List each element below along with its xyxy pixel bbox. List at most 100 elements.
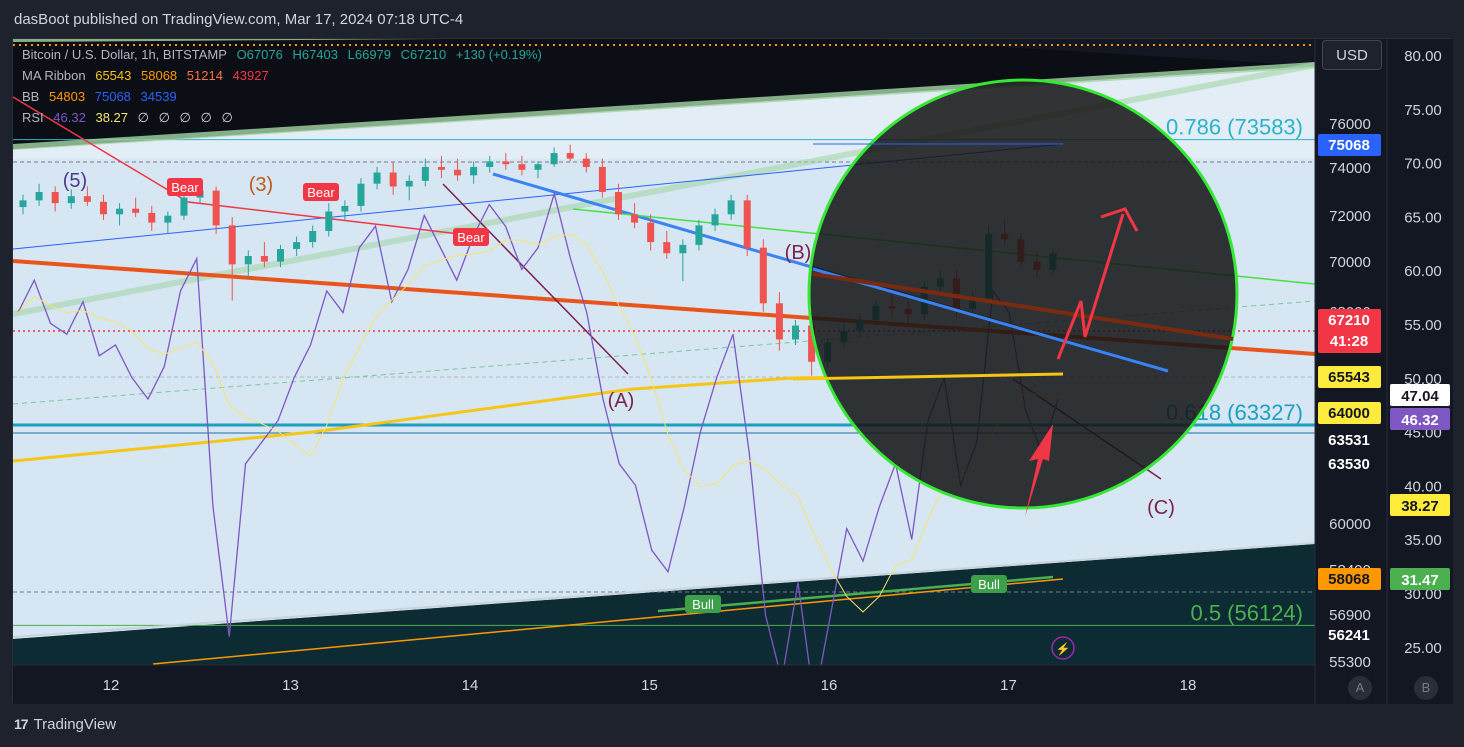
- lightning-glyph-icon: ⚡: [1056, 642, 1071, 656]
- signal-badge-label: Bull: [692, 597, 714, 612]
- signal-badge: Bull: [971, 575, 1007, 593]
- candle-body: [695, 225, 703, 245]
- footer-brand-label: TradingView: [33, 716, 117, 733]
- rsi-label: 46.32: [1390, 408, 1450, 430]
- legend-bb-row[interactable]: BB 54803 75068 34539: [22, 86, 548, 107]
- legend-symbol-row[interactable]: Bitcoin / U.S. Dollar, 1h, BITSTAMP O670…: [22, 44, 548, 65]
- candle-body: [663, 242, 671, 254]
- legend-symbol-label: Bitcoin / U.S. Dollar, 1h, BITSTAMP: [22, 47, 227, 62]
- signal-badge: Bull: [685, 595, 721, 613]
- candle-body: [502, 161, 510, 165]
- price-label-text: 64000: [1328, 405, 1370, 422]
- candle-body: [405, 180, 413, 187]
- legend-bb-label: BB: [22, 89, 40, 104]
- candle-body: [132, 208, 140, 213]
- currency-button[interactable]: USD: [1322, 40, 1382, 70]
- price-label-text: 75068: [1328, 137, 1370, 154]
- wave-label: (A): [608, 390, 635, 412]
- price-label: 67210 41:28: [1318, 309, 1381, 353]
- price-tick-label: 55300: [1329, 654, 1371, 671]
- price-tick-label: 70000: [1329, 254, 1371, 271]
- candle-body: [421, 166, 429, 181]
- legend-change: +130 (+0.19%): [455, 47, 542, 62]
- signal-badge-label: Bull: [978, 577, 1000, 592]
- candle-body: [647, 222, 655, 243]
- legend-rsi-value: 46.32: [53, 110, 86, 125]
- candle-body: [582, 158, 590, 167]
- candle-body: [51, 192, 59, 204]
- legend-rsi-row[interactable]: RSI 46.32 38.27 ∅ ∅ ∅ ∅ ∅: [22, 107, 548, 128]
- auto-scale-button[interactable]: A: [1348, 676, 1372, 700]
- candle-body: [277, 249, 284, 262]
- candle-body: [244, 256, 252, 265]
- rsi-label-text: 38.27: [1401, 498, 1439, 515]
- footer-brand[interactable]: 17 TradingView: [14, 716, 116, 733]
- legend-ma-ribbon-row[interactable]: MA Ribbon 65543 58068 51214 43927: [22, 65, 548, 86]
- legend-rsi-value: ∅: [158, 110, 170, 125]
- signal-badge: Bear: [303, 183, 339, 201]
- candle-body: [775, 303, 783, 340]
- rsi-tick-label: 40.00: [1404, 478, 1442, 495]
- price-tick-label: 76000: [1329, 116, 1371, 133]
- candle-body: [83, 196, 91, 202]
- legend-rsi-value: ∅: [137, 110, 149, 125]
- legend-bb-value: 54803: [48, 89, 86, 104]
- legend-ma-value: 58068: [141, 68, 178, 83]
- chart-frame[interactable]: 0.786 (73583) 0.618 (63327) 0.5 (56124) (5)…: [12, 38, 1453, 704]
- price-label-text: 65543: [1328, 369, 1370, 386]
- candle-body: [759, 247, 767, 304]
- candle-body: [341, 205, 349, 212]
- rsi-tick-label: 65.00: [1404, 209, 1442, 226]
- signal-badge: Bear: [167, 178, 203, 196]
- rsi-scale-button[interactable]: B: [1414, 676, 1438, 700]
- price-tick-label: 56900: [1329, 607, 1371, 624]
- candle-body: [631, 214, 639, 223]
- signal-badge-label: Bear: [171, 180, 199, 195]
- legend-ma-value: 65543: [95, 68, 132, 83]
- price-label-text: 67210: [1328, 312, 1370, 329]
- time-tick-label: 14: [462, 677, 479, 694]
- time-tick-label: 16: [821, 677, 838, 694]
- price-tick-label: 74000: [1329, 160, 1371, 177]
- price-tick-label: 60000: [1329, 516, 1371, 533]
- price-label-text: 63530: [1328, 456, 1370, 473]
- legend-ma-value: 51214: [186, 68, 223, 83]
- rsi-tick-label: 80.00: [1404, 48, 1442, 65]
- time-tick-label: 15: [641, 677, 658, 694]
- candle-body: [598, 166, 606, 193]
- candle-body: [373, 172, 381, 184]
- candle-body: [260, 256, 268, 262]
- rsi-label: 38.27: [1390, 494, 1450, 516]
- candle-body: [454, 169, 462, 176]
- candle-body: [228, 225, 236, 265]
- candle-body: [792, 325, 799, 340]
- rsi-tick-label: 35.00: [1404, 532, 1442, 549]
- candle-body: [727, 200, 735, 215]
- legend-open: O67076: [236, 47, 283, 62]
- wave-label: (3): [249, 174, 273, 196]
- price-chart[interactable]: 0.786 (73583)0.618 (63327)0.5 (56124)(5)…: [13, 39, 1453, 704]
- rsi-label-text: 46.32: [1401, 412, 1439, 429]
- rsi-label-text: 47.04: [1401, 388, 1439, 405]
- price-label: 63531: [1328, 432, 1370, 449]
- publisher-text: dasBoot published on TradingView.com, Ma…: [14, 11, 464, 28]
- candle-body: [711, 214, 719, 226]
- price-label: 75068: [1318, 134, 1381, 156]
- rsi-tick-label: 75.00: [1404, 102, 1442, 119]
- time-tick-label: 18: [1180, 677, 1197, 694]
- candle-body: [19, 200, 27, 208]
- candle-body: [148, 212, 156, 223]
- legend-rsi-value: ∅: [221, 110, 233, 125]
- price-label: 56241: [1328, 627, 1370, 644]
- wave-label: (B): [785, 242, 812, 264]
- legend-rsi-label: RSI: [22, 110, 44, 125]
- wave-label: (C): [1147, 497, 1175, 519]
- candle-body: [35, 192, 43, 201]
- price-label-sub: 41:28: [1330, 333, 1368, 350]
- candle-body: [534, 164, 542, 170]
- rsi-label: 47.04: [1390, 384, 1450, 406]
- legend-high: H67403: [292, 47, 338, 62]
- legend-rsi-value: ∅: [200, 110, 212, 125]
- candle-body: [470, 166, 478, 176]
- price-label-text: 63531: [1328, 432, 1370, 449]
